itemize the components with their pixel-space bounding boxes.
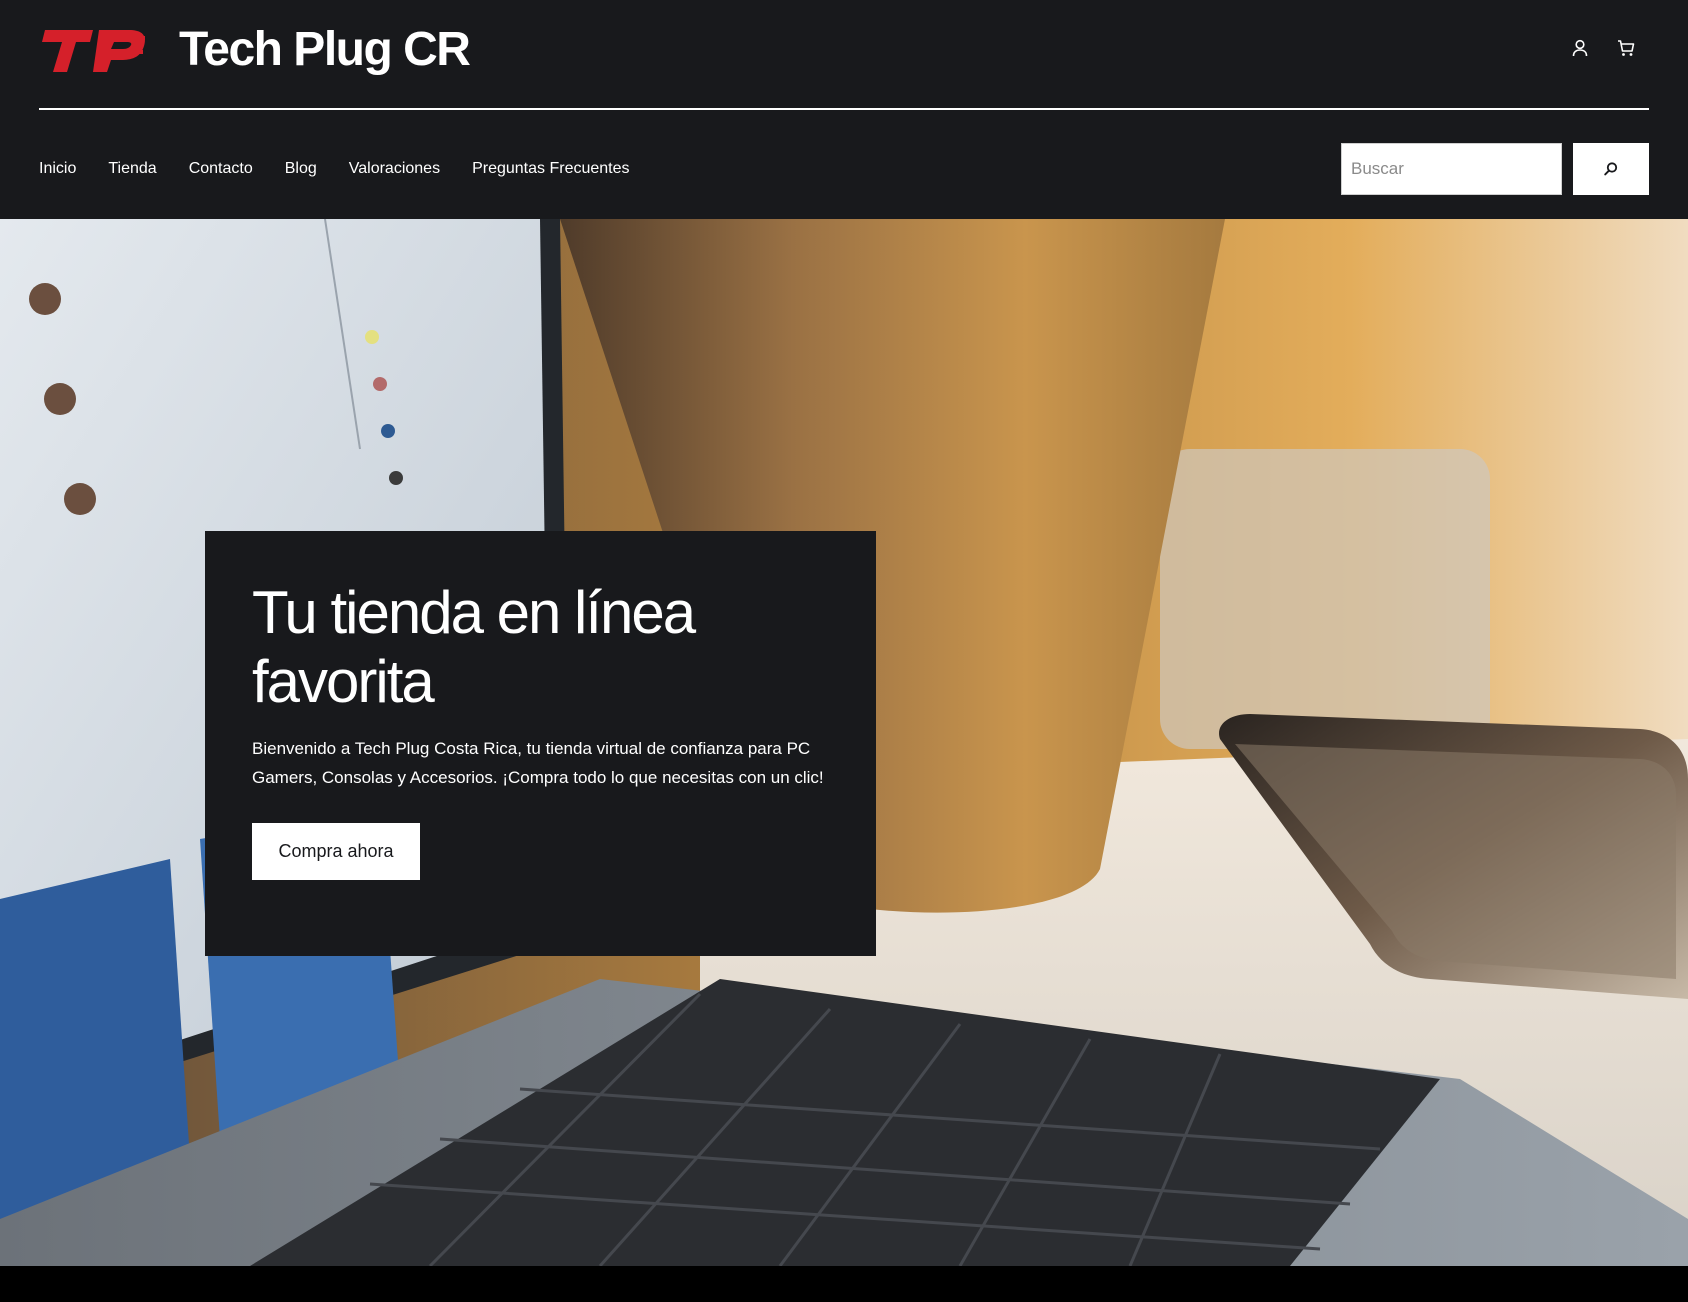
search-input[interactable] xyxy=(1341,143,1562,195)
header-icons xyxy=(1568,36,1638,60)
search-icon xyxy=(1604,162,1618,176)
site-logo[interactable] xyxy=(39,22,147,78)
nav-item-blog[interactable]: Blog xyxy=(285,158,317,180)
cart-icon[interactable] xyxy=(1614,36,1638,60)
nav-item-preguntas-frecuentes[interactable]: Preguntas Frecuentes xyxy=(472,158,629,180)
site-header: Tech Plug CR Inicio Tienda Contacto Blog… xyxy=(0,0,1688,219)
page: Tech Plug CR Inicio Tienda Contacto Blog… xyxy=(0,0,1688,1302)
search-button[interactable] xyxy=(1573,143,1649,195)
search-form xyxy=(1341,143,1649,195)
hero-title: Tu tienda en línea favorita xyxy=(252,579,696,715)
user-icon[interactable] xyxy=(1568,36,1592,60)
tech-plug-logo-icon xyxy=(42,30,145,72)
nav-item-contacto[interactable]: Contacto xyxy=(189,158,253,180)
hero-section: Tu tienda en línea favorita Bienvenido a… xyxy=(0,219,1688,1266)
nav-item-valoraciones[interactable]: Valoraciones xyxy=(349,158,440,180)
shop-now-button[interactable]: Compra ahora xyxy=(252,823,420,880)
hero-card: Tu tienda en línea favorita Bienvenido a… xyxy=(205,531,876,956)
brand: Tech Plug CR xyxy=(39,22,471,78)
nav-item-tienda[interactable]: Tienda xyxy=(108,158,156,180)
header-divider xyxy=(39,108,1649,110)
nav-item-inicio[interactable]: Inicio xyxy=(39,158,76,180)
main-nav: Inicio Tienda Contacto Blog Valoraciones… xyxy=(39,158,630,180)
site-title[interactable]: Tech Plug CR xyxy=(179,22,471,78)
hero-description: Bienvenido a Tech Plug Costa Rica, tu ti… xyxy=(252,739,824,787)
